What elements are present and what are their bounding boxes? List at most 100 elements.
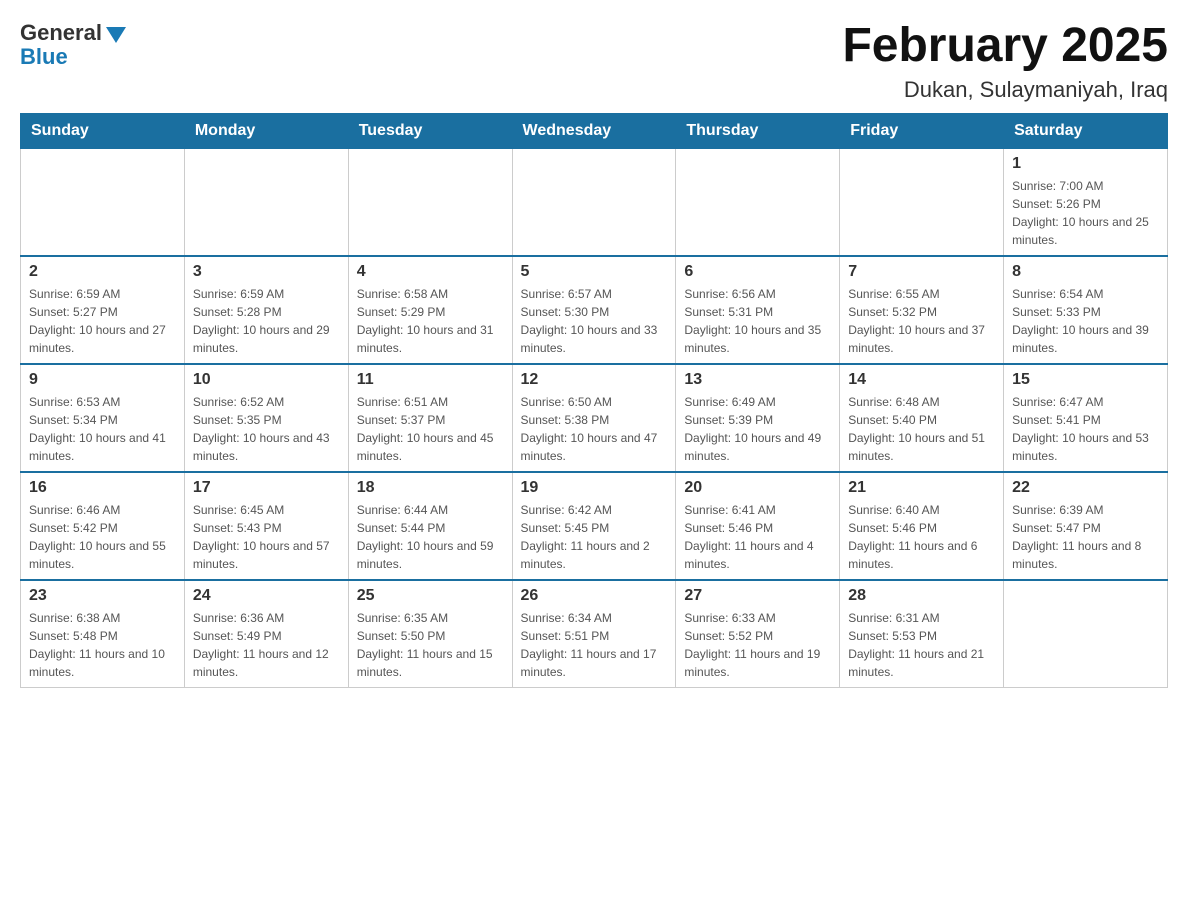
calendar-cell: 5 Sunrise: 6:57 AMSunset: 5:30 PMDaylight… xyxy=(512,256,676,364)
calendar-cell xyxy=(840,148,1004,256)
day-number: 25 xyxy=(357,587,504,605)
day-info: Sunrise: 6:46 AMSunset: 5:42 PMDaylight:… xyxy=(29,501,176,573)
day-number: 5 xyxy=(521,263,668,281)
calendar-header-row: SundayMondayTuesdayWednesdayThursdayFrid… xyxy=(21,113,1168,148)
day-number: 13 xyxy=(684,371,831,389)
day-number: 26 xyxy=(521,587,668,605)
day-number: 7 xyxy=(848,263,995,281)
column-header-monday: Monday xyxy=(184,113,348,148)
title-block: February 2025 Dukan, Sulaymaniyah, Iraq xyxy=(842,20,1168,103)
calendar-cell: 16 Sunrise: 6:46 AMSunset: 5:42 PMDayligh… xyxy=(21,472,185,580)
column-header-friday: Friday xyxy=(840,113,1004,148)
calendar-cell: 26 Sunrise: 6:34 AMSunset: 5:51 PMDayligh… xyxy=(512,580,676,688)
calendar-cell: 6Sunrise: 6:56 AMSunset: 5:31 PMDaylight… xyxy=(676,256,840,364)
day-info: Sunrise: 7:00 AMSunset: 5:26 PMDaylight:… xyxy=(1012,177,1159,249)
day-info: Sunrise: 6:36 AMSunset: 5:49 PMDaylight:… xyxy=(193,609,340,681)
calendar-cell: 9 Sunrise: 6:53 AMSunset: 5:34 PMDaylight… xyxy=(21,364,185,472)
column-header-thursday: Thursday xyxy=(676,113,840,148)
day-info: Sunrise: 6:41 AMSunset: 5:46 PMDaylight:… xyxy=(684,501,831,573)
calendar-cell: 15 Sunrise: 6:47 AMSunset: 5:41 PMDayligh… xyxy=(1004,364,1168,472)
calendar-cell: 13Sunrise: 6:49 AMSunset: 5:39 PMDayligh… xyxy=(676,364,840,472)
calendar-table: SundayMondayTuesdayWednesdayThursdayFrid… xyxy=(20,113,1168,688)
calendar-cell: 27 Sunrise: 6:33 AMSunset: 5:52 PMDayligh… xyxy=(676,580,840,688)
calendar-cell: 24 Sunrise: 6:36 AMSunset: 5:49 PMDayligh… xyxy=(184,580,348,688)
calendar-week-row: 2 Sunrise: 6:59 AMSunset: 5:27 PMDaylight… xyxy=(21,256,1168,364)
calendar-cell: 23 Sunrise: 6:38 AMSunset: 5:48 PMDayligh… xyxy=(21,580,185,688)
day-info: Sunrise: 6:31 AMSunset: 5:53 PMDaylight:… xyxy=(848,609,995,681)
day-info: Sunrise: 6:34 AMSunset: 5:51 PMDaylight:… xyxy=(521,609,668,681)
column-header-saturday: Saturday xyxy=(1004,113,1168,148)
calendar-week-row: 1 Sunrise: 7:00 AMSunset: 5:26 PMDaylight… xyxy=(21,148,1168,256)
calendar-cell: 20 Sunrise: 6:41 AMSunset: 5:46 PMDayligh… xyxy=(676,472,840,580)
calendar-cell: 1 Sunrise: 7:00 AMSunset: 5:26 PMDaylight… xyxy=(1004,148,1168,256)
day-number: 27 xyxy=(684,587,831,605)
day-info: Sunrise: 6:57 AMSunset: 5:30 PMDaylight:… xyxy=(521,285,668,357)
day-number: 14 xyxy=(848,371,995,389)
day-info: Sunrise: 6:59 AMSunset: 5:28 PMDaylight:… xyxy=(193,285,340,357)
day-info: Sunrise: 6:47 AMSunset: 5:41 PMDaylight:… xyxy=(1012,393,1159,465)
calendar-subtitle: Dukan, Sulaymaniyah, Iraq xyxy=(842,77,1168,103)
day-info: Sunrise: 6:56 AMSunset: 5:31 PMDaylight:… xyxy=(684,285,831,357)
column-header-tuesday: Tuesday xyxy=(348,113,512,148)
day-info: Sunrise: 6:58 AMSunset: 5:29 PMDaylight:… xyxy=(357,285,504,357)
calendar-cell: 28Sunrise: 6:31 AMSunset: 5:53 PMDayligh… xyxy=(840,580,1004,688)
calendar-title: February 2025 xyxy=(842,20,1168,73)
column-header-wednesday: Wednesday xyxy=(512,113,676,148)
calendar-cell: 18Sunrise: 6:44 AMSunset: 5:44 PMDayligh… xyxy=(348,472,512,580)
calendar-cell: 19Sunrise: 6:42 AMSunset: 5:45 PMDayligh… xyxy=(512,472,676,580)
day-number: 21 xyxy=(848,479,995,497)
day-number: 11 xyxy=(357,371,504,389)
calendar-cell: 2 Sunrise: 6:59 AMSunset: 5:27 PMDaylight… xyxy=(21,256,185,364)
calendar-week-row: 9 Sunrise: 6:53 AMSunset: 5:34 PMDaylight… xyxy=(21,364,1168,472)
day-number: 9 xyxy=(29,371,176,389)
calendar-cell: 17 Sunrise: 6:45 AMSunset: 5:43 PMDayligh… xyxy=(184,472,348,580)
calendar-cell: 7 Sunrise: 6:55 AMSunset: 5:32 PMDaylight… xyxy=(840,256,1004,364)
calendar-cell xyxy=(1004,580,1168,688)
logo-blue-text: Blue xyxy=(20,44,68,70)
day-info: Sunrise: 6:38 AMSunset: 5:48 PMDaylight:… xyxy=(29,609,176,681)
calendar-cell xyxy=(184,148,348,256)
day-info: Sunrise: 6:45 AMSunset: 5:43 PMDaylight:… xyxy=(193,501,340,573)
page-header: General Blue February 2025 Dukan, Sulaym… xyxy=(20,20,1168,103)
calendar-cell xyxy=(512,148,676,256)
day-number: 22 xyxy=(1012,479,1159,497)
day-number: 16 xyxy=(29,479,176,497)
day-number: 17 xyxy=(193,479,340,497)
calendar-cell: 10 Sunrise: 6:52 AMSunset: 5:35 PMDayligh… xyxy=(184,364,348,472)
day-info: Sunrise: 6:50 AMSunset: 5:38 PMDaylight:… xyxy=(521,393,668,465)
logo: General Blue xyxy=(20,20,126,70)
day-info: Sunrise: 6:44 AMSunset: 5:44 PMDaylight:… xyxy=(357,501,504,573)
calendar-cell xyxy=(676,148,840,256)
day-info: Sunrise: 6:40 AMSunset: 5:46 PMDaylight:… xyxy=(848,501,995,573)
day-info: Sunrise: 6:54 AMSunset: 5:33 PMDaylight:… xyxy=(1012,285,1159,357)
day-number: 23 xyxy=(29,587,176,605)
day-number: 2 xyxy=(29,263,176,281)
day-info: Sunrise: 6:39 AMSunset: 5:47 PMDaylight:… xyxy=(1012,501,1159,573)
day-number: 4 xyxy=(357,263,504,281)
calendar-cell: 8Sunrise: 6:54 AMSunset: 5:33 PMDaylight… xyxy=(1004,256,1168,364)
day-info: Sunrise: 6:59 AMSunset: 5:27 PMDaylight:… xyxy=(29,285,176,357)
day-number: 24 xyxy=(193,587,340,605)
logo-arrow-icon xyxy=(106,27,126,43)
day-info: Sunrise: 6:33 AMSunset: 5:52 PMDaylight:… xyxy=(684,609,831,681)
day-number: 1 xyxy=(1012,155,1159,173)
calendar-cell: 25 Sunrise: 6:35 AMSunset: 5:50 PMDayligh… xyxy=(348,580,512,688)
calendar-cell: 4 Sunrise: 6:58 AMSunset: 5:29 PMDaylight… xyxy=(348,256,512,364)
calendar-cell: 14Sunrise: 6:48 AMSunset: 5:40 PMDayligh… xyxy=(840,364,1004,472)
day-info: Sunrise: 6:53 AMSunset: 5:34 PMDaylight:… xyxy=(29,393,176,465)
calendar-cell: 11 Sunrise: 6:51 AMSunset: 5:37 PMDayligh… xyxy=(348,364,512,472)
day-info: Sunrise: 6:51 AMSunset: 5:37 PMDaylight:… xyxy=(357,393,504,465)
day-info: Sunrise: 6:35 AMSunset: 5:50 PMDaylight:… xyxy=(357,609,504,681)
logo-general-text: General xyxy=(20,20,102,46)
calendar-cell: 21 Sunrise: 6:40 AMSunset: 5:46 PMDayligh… xyxy=(840,472,1004,580)
day-number: 10 xyxy=(193,371,340,389)
day-info: Sunrise: 6:55 AMSunset: 5:32 PMDaylight:… xyxy=(848,285,995,357)
calendar-cell xyxy=(348,148,512,256)
calendar-week-row: 16 Sunrise: 6:46 AMSunset: 5:42 PMDayligh… xyxy=(21,472,1168,580)
day-number: 12 xyxy=(521,371,668,389)
day-info: Sunrise: 6:52 AMSunset: 5:35 PMDaylight:… xyxy=(193,393,340,465)
day-number: 20 xyxy=(684,479,831,497)
day-number: 15 xyxy=(1012,371,1159,389)
day-info: Sunrise: 6:42 AMSunset: 5:45 PMDaylight:… xyxy=(521,501,668,573)
calendar-week-row: 23 Sunrise: 6:38 AMSunset: 5:48 PMDayligh… xyxy=(21,580,1168,688)
